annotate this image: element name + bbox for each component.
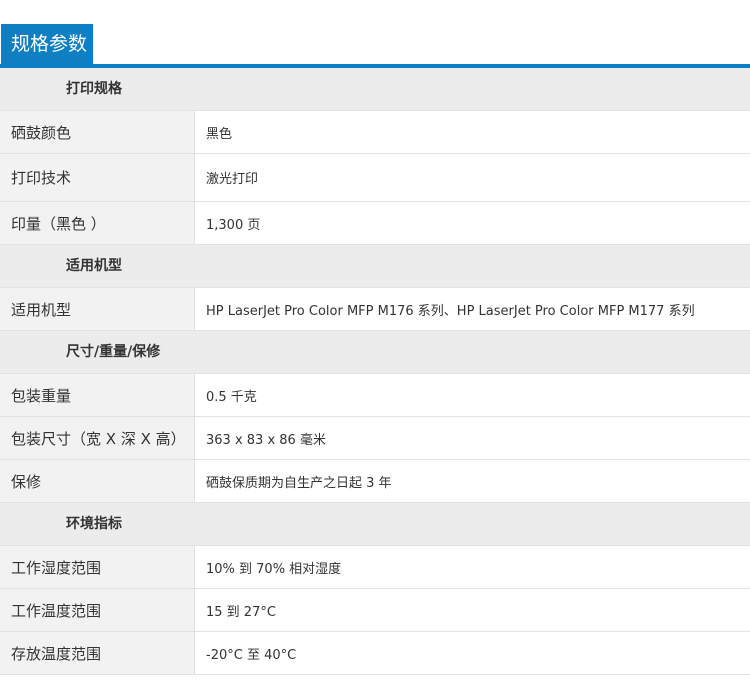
section-header: 打印规格 (0, 68, 750, 111)
row-value: 1,300 页 (206, 217, 261, 233)
section-header: 环境指标 (0, 503, 750, 546)
row-label: 存放温度范围 (0, 632, 195, 674)
row-value: -20°C 至 40°C (206, 647, 297, 663)
section-title: 适用机型 (66, 258, 122, 274)
section-title: 尺寸/重量/保修 (66, 344, 161, 360)
table-row: 保修 硒鼓保质期为自生产之日起 3 年 (0, 460, 750, 503)
row-value: 黑色 (206, 126, 233, 142)
table-row: 包装重量 0.5 千克 (0, 374, 750, 417)
row-label: 保修 (0, 460, 195, 502)
row-value: 0.5 千克 (206, 389, 257, 405)
row-value: 363 x 83 x 86 毫米 (206, 432, 326, 448)
row-label: 工作湿度范围 (0, 546, 195, 588)
section-title: 环境指标 (66, 516, 122, 532)
row-value: 10% 到 70% 相对湿度 (206, 561, 342, 577)
row-value: 15 到 27°C (206, 604, 276, 620)
section-header: 适用机型 (0, 245, 750, 288)
table-row: 适用机型 HP LaserJet Pro Color MFP M176 系列、H… (0, 288, 750, 331)
section-title: 打印规格 (66, 81, 122, 97)
table-row: 工作湿度范围 10% 到 70% 相对湿度 (0, 546, 750, 589)
row-label: 打印技术 (0, 154, 195, 201)
table-row: 印量（黑色 ） 1,300 页 (0, 202, 750, 245)
spec-header: 规格参数 (0, 24, 750, 68)
row-label: 硒鼓颜色 (0, 111, 195, 153)
table-row: 包装尺寸（宽 X 深 X 高） 363 x 83 x 86 毫米 (0, 417, 750, 460)
spec-table: 打印规格 硒鼓颜色 黑色 打印技术 激光打印 印量（黑色 ） 1,300 页 适… (0, 68, 750, 675)
row-label: 包装重量 (0, 374, 195, 416)
table-row: 存放温度范围 -20°C 至 40°C (0, 632, 750, 675)
row-label: 适用机型 (0, 288, 195, 330)
row-value: 硒鼓保质期为自生产之日起 3 年 (206, 475, 392, 491)
table-row: 工作温度范围 15 到 27°C (0, 589, 750, 632)
row-label: 印量（黑色 ） (0, 202, 195, 244)
table-row: 硒鼓颜色 黑色 (0, 111, 750, 154)
row-value: 激光打印 (206, 172, 259, 187)
row-value: HP LaserJet Pro Color MFP M176 系列、HP Las… (206, 303, 695, 319)
section-header: 尺寸/重量/保修 (0, 331, 750, 374)
spec-title-tab: 规格参数 (1, 24, 93, 64)
row-label: 工作温度范围 (0, 589, 195, 631)
row-label: 包装尺寸（宽 X 深 X 高） (0, 417, 195, 459)
table-row: 打印技术 激光打印 (0, 154, 750, 202)
